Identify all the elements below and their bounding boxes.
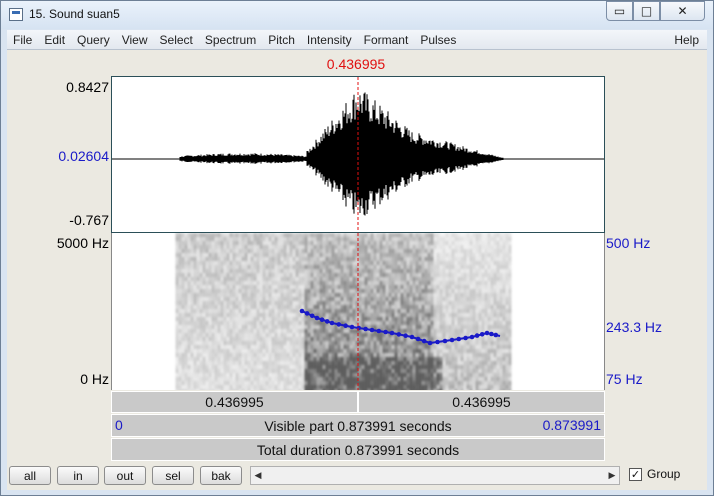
- pitch-point: [356, 325, 362, 331]
- waveform-graphic: [112, 77, 604, 232]
- pitch-point: [324, 319, 330, 324]
- pitch-point: [469, 334, 475, 340]
- menu-intensity[interactable]: Intensity: [301, 30, 358, 50]
- menu-file[interactable]: File: [7, 30, 38, 50]
- pitch-point: [389, 330, 395, 336]
- zoom-out-button[interactable]: out: [104, 466, 146, 485]
- pitch-bottom-label: 75 Hz: [606, 371, 643, 387]
- pitch-point: [463, 335, 468, 341]
- pitch-point: [474, 333, 480, 338]
- total-duration-label: Total duration 0.873991 seconds: [256, 441, 460, 458]
- right-part-duration: 0.436995: [452, 394, 511, 410]
- pitch-point: [479, 332, 485, 337]
- scroll-right-arrow-icon[interactable]: ▶: [605, 467, 619, 484]
- close-icon: ✕: [677, 4, 688, 18]
- spectrogram-bottom-freq-label: 0 Hz: [80, 371, 109, 387]
- menu-pulses[interactable]: Pulses: [414, 30, 462, 50]
- minimize-icon: ▭: [613, 4, 626, 18]
- bottom-toolbar: all in out sel bak ◀ ▶ ✓ Group: [7, 462, 707, 490]
- visible-start-time: 0: [115, 417, 123, 433]
- menu-view[interactable]: View: [116, 30, 154, 50]
- zoom-back-button[interactable]: bak: [200, 466, 242, 485]
- pitch-point: [421, 338, 427, 344]
- minimize-button[interactable]: ▭: [606, 1, 633, 21]
- close-button[interactable]: ✕: [660, 1, 705, 21]
- pitch-point: [376, 328, 382, 334]
- pitch-point: [449, 337, 455, 343]
- pitch-point: [415, 336, 421, 342]
- total-duration-bar[interactable]: Total duration 0.873991 seconds: [111, 438, 605, 461]
- pitch-point: [369, 327, 375, 333]
- pitch-point: [383, 329, 388, 335]
- waveform-mid-label: 0.02604: [58, 148, 109, 164]
- left-part-bar[interactable]: 0.436995: [111, 391, 358, 413]
- menu-spectrum[interactable]: Spectrum: [199, 30, 262, 50]
- pitch-point: [489, 331, 494, 337]
- spectrogram-panel[interactable]: [111, 233, 605, 393]
- pitch-point: [456, 336, 462, 342]
- window-app-icon: [9, 8, 23, 21]
- pitch-top-label: 500 Hz: [606, 235, 651, 251]
- pitch-point: [336, 322, 342, 327]
- menu-select[interactable]: Select: [154, 30, 199, 50]
- pitch-point: [403, 333, 408, 338]
- waveform-panel[interactable]: [111, 76, 605, 233]
- menu-bar: File Edit Query View Select Spectrum Pit…: [7, 30, 707, 50]
- pitch-point: [396, 332, 402, 337]
- zoom-in-button[interactable]: in: [57, 466, 99, 485]
- menu-formant[interactable]: Formant: [358, 30, 415, 50]
- pitch-mid-label: 243.3 Hz: [606, 319, 663, 335]
- pitch-point: [314, 315, 320, 321]
- maximize-button[interactable]: □: [633, 1, 660, 21]
- waveform-max-label: 0.8427: [66, 79, 109, 95]
- pitch-point: [309, 313, 315, 319]
- pitch-point: [409, 334, 415, 340]
- time-scrollbar[interactable]: ◀ ▶: [250, 466, 620, 485]
- zoom-sel-button[interactable]: sel: [152, 466, 194, 485]
- pitch-point: [329, 320, 335, 326]
- group-label: Group: [647, 467, 681, 481]
- right-part-bar[interactable]: 0.436995: [358, 391, 605, 413]
- group-checkbox[interactable]: ✓: [629, 467, 642, 481]
- menu-query[interactable]: Query: [71, 30, 116, 50]
- pitch-point: [304, 311, 310, 316]
- menu-edit[interactable]: Edit: [38, 30, 71, 50]
- group-toggle[interactable]: ✓ Group: [629, 467, 680, 481]
- pitch-point: [319, 317, 325, 322]
- scroll-left-arrow-icon[interactable]: ◀: [251, 467, 265, 484]
- spectrogram-graphic: [176, 233, 511, 393]
- pitch-point: [363, 326, 368, 332]
- window-title: 15. Sound suan5: [29, 7, 120, 21]
- menu-pitch[interactable]: Pitch: [262, 30, 301, 50]
- pitch-point: [484, 330, 490, 336]
- waveform-min-label: -0.767: [69, 212, 109, 228]
- pitch-point: [427, 340, 433, 346]
- zoom-all-button[interactable]: all: [9, 466, 51, 485]
- pitch-point: [435, 339, 440, 345]
- pitch-point: [442, 338, 448, 344]
- cursor-time-label: 0.436995: [326, 56, 386, 72]
- pitch-point: [299, 308, 305, 314]
- pitch-point: [343, 323, 348, 328]
- title-bar[interactable]: 15. Sound suan5 ▭ □ ✕: [1, 1, 713, 29]
- visible-part-bar[interactable]: 0 Visible part 0.873991 seconds 0.873991: [111, 414, 605, 437]
- visible-end-time: 0.873991: [542, 417, 601, 433]
- pitch-point: [493, 332, 499, 338]
- spectrogram-energy: [176, 233, 511, 393]
- visible-part-label: Visible part 0.873991 seconds: [264, 417, 452, 434]
- spectrogram-top-freq-label: 5000 Hz: [56, 235, 109, 251]
- menu-help[interactable]: Help: [668, 30, 707, 50]
- left-part-duration: 0.436995: [205, 394, 264, 410]
- pitch-point: [349, 324, 355, 330]
- praat-sound-window: 15. Sound suan5 ▭ □ ✕ File Edit Query Vi…: [0, 0, 714, 496]
- maximize-icon: □: [640, 4, 653, 18]
